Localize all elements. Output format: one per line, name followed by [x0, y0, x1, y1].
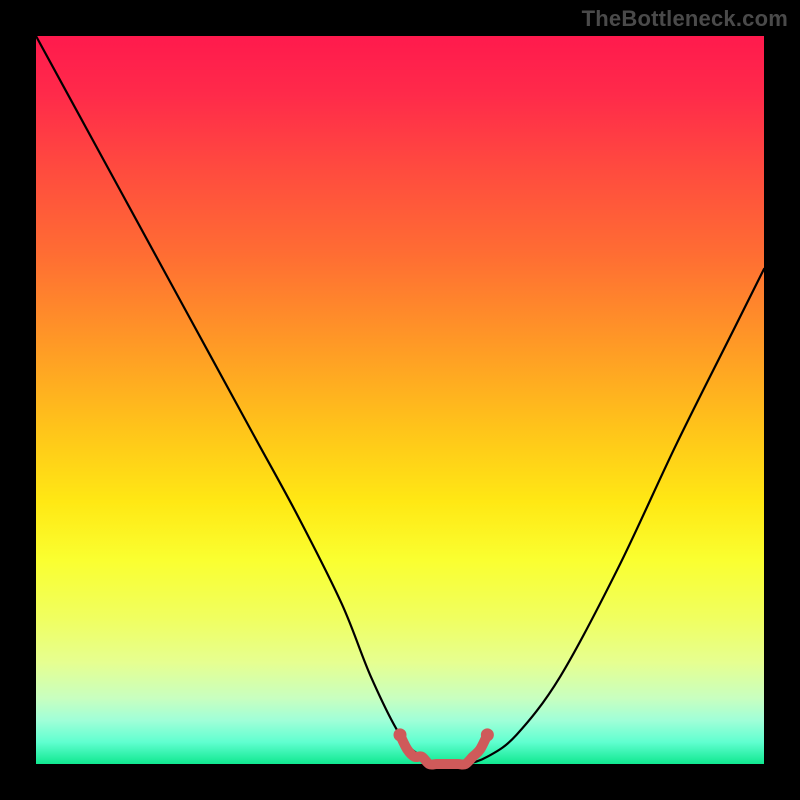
chart-frame: TheBottleneck.com: [0, 0, 800, 800]
watermark-text: TheBottleneck.com: [582, 6, 788, 32]
highlight-end-dot-right: [481, 728, 494, 741]
bottleneck-curve: [36, 36, 764, 765]
highlight-end-dot-left: [394, 728, 407, 741]
chart-overlay: [36, 36, 764, 764]
bottom-highlight-segment: [400, 735, 487, 765]
